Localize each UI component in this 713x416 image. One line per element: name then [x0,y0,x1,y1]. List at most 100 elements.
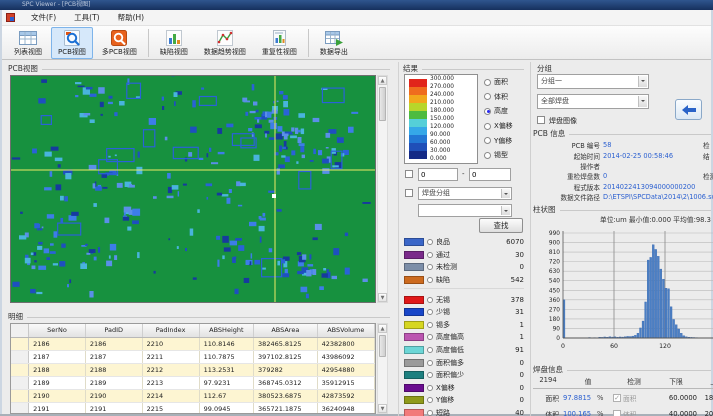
table-cell: 2190 [29,389,86,402]
result-category-高度偏低[interactable]: 高度偏低91 [404,344,524,357]
metric-radio-X偏移[interactable]: X偏移 [484,119,513,134]
metric-radio-高度[interactable]: 高度 [484,104,513,119]
table-row[interactable]: 218721872211110.7875397102.812543986092 [11,350,375,363]
scroll-down-arrow[interactable]: ▼ [378,404,387,413]
pcb-vertical-scrollbar[interactable]: ▲ ▼ [377,75,388,303]
result-category-通过[interactable]: 通过30 [404,249,524,262]
pad-subgroup-select[interactable] [418,204,512,217]
detail-column-header[interactable]: PadID [85,324,142,337]
detail-column-header[interactable]: ABSVolume [317,324,374,337]
result-category-高度偏高[interactable]: 高度偏高1 [404,331,524,344]
app-window: SPC Viewer - [PCB视图] 文件(F) 工具(T) 帮助(H) 列… [0,0,713,416]
radio-icon[interactable] [427,264,433,270]
detail-column-header[interactable]: ABSArea [254,324,318,337]
table-row[interactable]: 21892189221397.9231368745.031235912915 [11,376,375,389]
radio-icon[interactable] [427,297,433,303]
scroll-up-arrow[interactable]: ▲ [378,76,387,85]
chevron-down-icon [638,76,647,87]
radio-icon[interactable] [484,108,491,115]
result-category-未检测[interactable]: 未检测0 [404,261,524,274]
radio-icon[interactable] [427,410,433,416]
result-category-Y偏移[interactable]: Y偏移0 [404,394,524,407]
category-count: 1 [520,321,524,329]
radio-icon[interactable] [484,152,491,159]
metric-radio-面积[interactable]: 面积 [484,75,513,90]
scroll-thumb[interactable] [379,335,386,357]
table-row[interactable]: 218821882212113.253137928242954880 [11,363,375,376]
radio-icon[interactable] [427,277,433,283]
radio-icon[interactable] [427,309,433,315]
pad-image-checkbox[interactable] [537,116,545,124]
toolbar-button-label: 多PCB视图 [102,47,137,57]
radio-icon[interactable] [427,397,433,403]
radio-icon[interactable] [427,372,433,378]
group-select[interactable]: 分组一 [537,74,649,89]
all-pads-select[interactable]: 全部焊盘 [537,94,649,109]
result-category-无锡[interactable]: 无锡378 [404,293,524,306]
radio-icon[interactable] [427,385,433,391]
table-row[interactable]: 219021902214112.67380523.687542873592 [11,389,375,402]
result-category-短路[interactable]: 短路40 [404,407,524,416]
result-category-缺陷[interactable]: 缺陷542 [404,274,524,287]
range-checkbox[interactable] [405,170,413,178]
category-color-swatch [404,409,424,416]
multi-pcb-view-button[interactable]: 多PCB视图 [95,27,144,59]
svg-text:90: 90 [553,326,561,332]
volume-check[interactable] [613,410,621,416]
pad-group-select[interactable]: 焊盘分组 [418,187,512,200]
radio-icon[interactable] [427,334,433,340]
radio-icon[interactable] [484,93,491,100]
pcb-canvas[interactable] [10,75,376,303]
radio-icon[interactable] [484,123,491,130]
metric-radio-Y偏移[interactable]: Y偏移 [484,133,513,148]
radio-icon[interactable] [484,137,491,144]
detail-column-header[interactable]: ABSHeight [199,324,253,337]
pad-group-checkbox[interactable] [405,189,413,197]
histogram-bar [655,249,657,338]
back-arrow-button[interactable] [675,99,702,120]
scale-tick-label: 30.000 [430,148,476,154]
result-category-面积偏多[interactable]: 面积偏多0 [404,356,524,369]
metric-radio-锡型[interactable]: 锡型 [484,148,513,163]
detail-column-header[interactable]: PadIndex [142,324,199,337]
result-category-良品[interactable]: 良品6070 [404,236,524,249]
result-category-少锡[interactable]: 少锡31 [404,306,524,319]
radio-icon[interactable] [484,79,491,86]
radio-icon[interactable] [427,360,433,366]
result-category-X偏移[interactable]: X偏移0 [404,382,524,395]
results-panel: 结果 300.000270.000240.000210.000180.00015… [398,62,528,416]
toolbar-button-label: 重复性视图 [262,47,297,57]
menu-help[interactable]: 帮助(H) [116,11,147,24]
metric-radio-体积[interactable]: 体积 [484,90,513,105]
scroll-down-arrow[interactable]: ▼ [378,293,387,302]
list-view-button[interactable]: 列表视图 [7,27,49,59]
radio-icon[interactable] [427,239,433,245]
detail-column-header[interactable]: SerNo [29,324,86,337]
data-export-button[interactable]: 数据导出 [313,27,355,59]
scroll-thumb[interactable] [379,87,386,121]
area-check[interactable] [613,394,621,402]
scroll-up-arrow[interactable]: ▲ [378,324,387,333]
trend-view-button[interactable]: 数据趋势视图 [197,27,253,59]
table-row[interactable]: 21912191221599.0945365721.187536240948 [11,402,375,414]
range-from-input[interactable] [418,168,458,181]
radio-icon[interactable] [427,322,433,328]
range-to-input[interactable] [469,168,511,181]
pad-info-table: 2194 值 检测 下限 上限 面积 97.8815 % 面积 60.0000 … [533,376,713,416]
defect-view-button[interactable]: 缺陷视图 [153,27,195,59]
detail-title: 明细 [8,311,390,322]
result-category-面积偏少[interactable]: 面积偏少0 [404,369,524,382]
menu-tools[interactable]: 工具(T) [72,11,101,24]
pcb-view-button[interactable]: PCB视图 [51,27,93,59]
category-color-swatch [404,308,424,316]
table-row[interactable]: 218621862210110.8146382465.812542382800 [11,337,375,350]
repeat-view-button[interactable]: 重复性视图 [255,27,304,59]
detail-vertical-scrollbar[interactable]: ▲ ▼ [377,323,388,414]
radio-icon[interactable] [427,347,433,353]
histogram-bar [678,329,680,338]
table-cell: 365721.1875 [254,402,318,414]
menu-file[interactable]: 文件(F) [29,11,58,24]
radio-icon[interactable] [427,252,433,258]
result-category-锡多[interactable]: 锡多1 [404,319,524,332]
find-button[interactable]: 查找 [479,218,523,233]
